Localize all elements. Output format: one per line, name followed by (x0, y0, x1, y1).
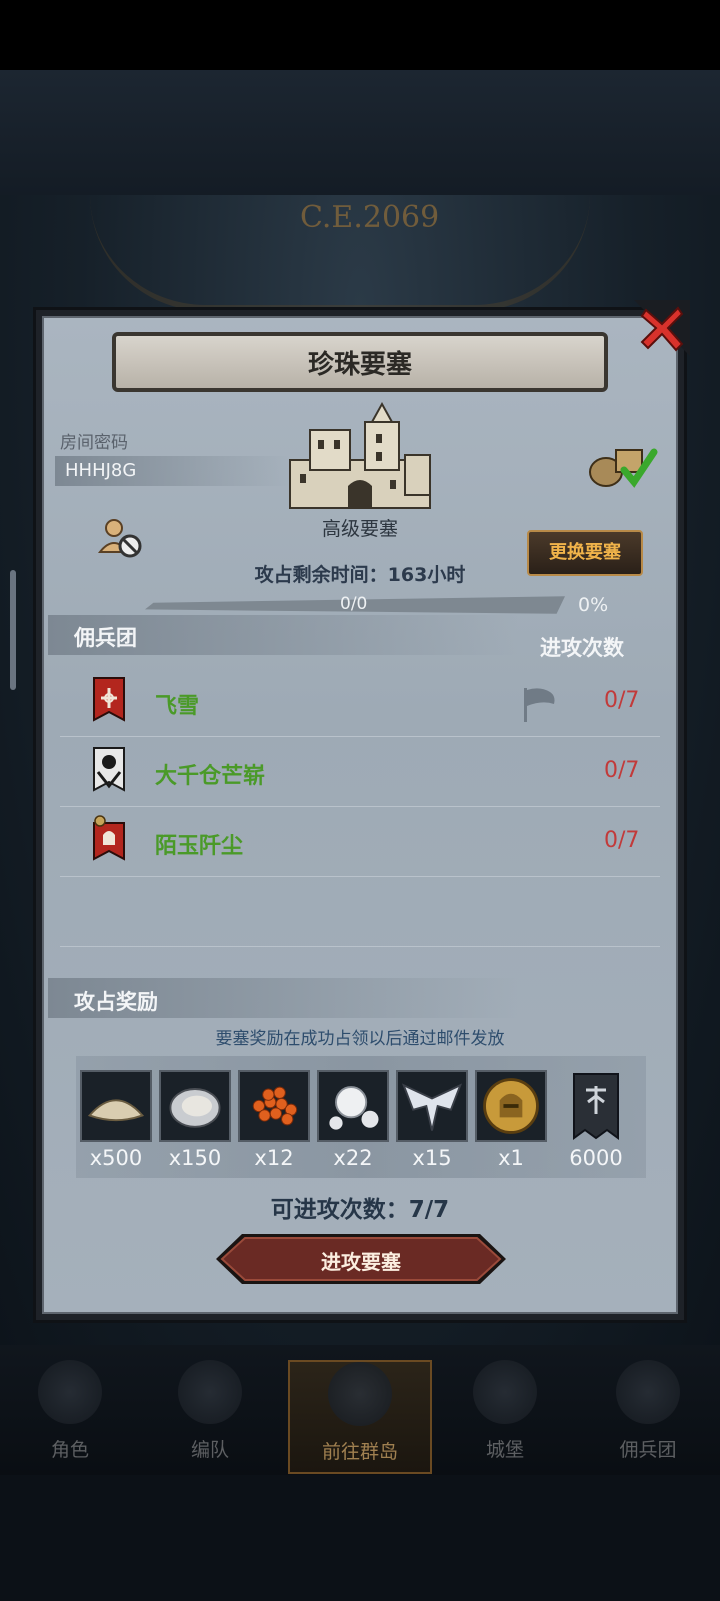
mercenary-attack-count: 0/7 (604, 758, 640, 783)
progress-text: 0/0 (340, 594, 368, 614)
mercenary-header: 佣兵团 (74, 626, 137, 650)
reward-quantity: x1 (498, 1146, 524, 1170)
mercenary-attack-count: 0/7 (604, 828, 640, 853)
rewards-header: 攻占奖励 (74, 990, 158, 1014)
red-helm-banner-icon (93, 815, 125, 861)
rewards-note: 要塞奖励在成功占领以后通过邮件发放 (215, 1029, 505, 1049)
mercenary-fortress-icon (616, 1360, 680, 1424)
no-visitor-icon[interactable] (98, 516, 142, 558)
red-cross-banner-icon (93, 677, 125, 722)
row-divider (60, 736, 660, 737)
reward-quantity: x15 (412, 1146, 452, 1170)
nav-tab-label: 城堡 (485, 1439, 524, 1461)
year-label: C.E.2069 (300, 200, 440, 235)
background-band (0, 70, 720, 195)
nav-tab-label: 佣兵团 (619, 1439, 677, 1461)
side-scroll-indicator (10, 570, 16, 690)
reward-quantity: 6000 (569, 1146, 623, 1170)
caviar-icon[interactable] (238, 1070, 310, 1142)
nav-tab-label: 前往群岛 (321, 1441, 398, 1463)
knight-icon (38, 1360, 102, 1424)
silver-emblem-icon[interactable] (396, 1070, 468, 1142)
supply-sack-check-icon[interactable] (584, 440, 658, 490)
top-status-bar (0, 0, 720, 70)
nav-tab-formation[interactable]: 编队 (140, 1360, 280, 1470)
pearls-icon[interactable] (317, 1070, 389, 1142)
mercenary-name[interactable]: 陌玉阡尘 (155, 828, 243, 860)
mercenary-attack-count: 0/7 (604, 688, 640, 713)
bottom-strip (0, 1475, 720, 1601)
room-code-value[interactable]: HHHJ8G (65, 460, 136, 481)
room-code-label: 房间密码 (60, 433, 128, 453)
nav-tab-castle[interactable]: 城堡 (435, 1360, 575, 1470)
reward-quantity: x22 (333, 1146, 373, 1170)
row-divider (60, 876, 660, 877)
mercenary-name[interactable]: 大千仓芒崭 (155, 758, 265, 790)
nav-tab-islands[interactable]: 前往群岛 (288, 1360, 432, 1474)
attack-fortress-label[interactable]: 进攻要塞 (216, 1246, 506, 1275)
fortress-type-label: 高级要塞 (321, 518, 398, 540)
formation-icon (178, 1360, 242, 1424)
attacks-available: 可进攻次数：7/7 (270, 1197, 450, 1223)
nav-tab-character[interactable]: 角色 (0, 1360, 140, 1470)
dialog-title: 珍珠要塞 (307, 350, 412, 380)
mercenary-name[interactable]: 飞雪 (155, 688, 199, 720)
guild-banner-icon[interactable] (560, 1070, 632, 1142)
row-divider (60, 806, 660, 807)
flag-icon (524, 688, 555, 722)
close-icon[interactable] (634, 300, 690, 356)
islands-compass-icon (328, 1362, 392, 1426)
change-fortress-button[interactable]: 更换要塞 (527, 530, 643, 576)
attack-count-header: 进攻次数 (540, 636, 624, 660)
castle-icon (473, 1360, 537, 1424)
gold-helmet-coin-icon[interactable] (475, 1070, 547, 1142)
reward-quantity: x150 (168, 1146, 222, 1170)
progress-percent: 0% (578, 594, 609, 616)
row-divider (60, 946, 660, 947)
white-moon-banner-icon (93, 747, 125, 792)
reward-quantity: x500 (89, 1146, 143, 1170)
fortress-castle-icon (289, 401, 431, 509)
nav-tab-mercenary[interactable]: 佣兵团 (578, 1360, 718, 1470)
oyster-icon[interactable] (159, 1070, 231, 1142)
flour-pile-icon[interactable] (80, 1070, 152, 1142)
nav-tab-label: 编队 (190, 1439, 229, 1461)
nav-tab-label: 角色 (50, 1439, 89, 1461)
reward-quantity: x12 (254, 1146, 294, 1170)
time-remaining: 攻占剩余时间：163小时 (254, 564, 466, 586)
